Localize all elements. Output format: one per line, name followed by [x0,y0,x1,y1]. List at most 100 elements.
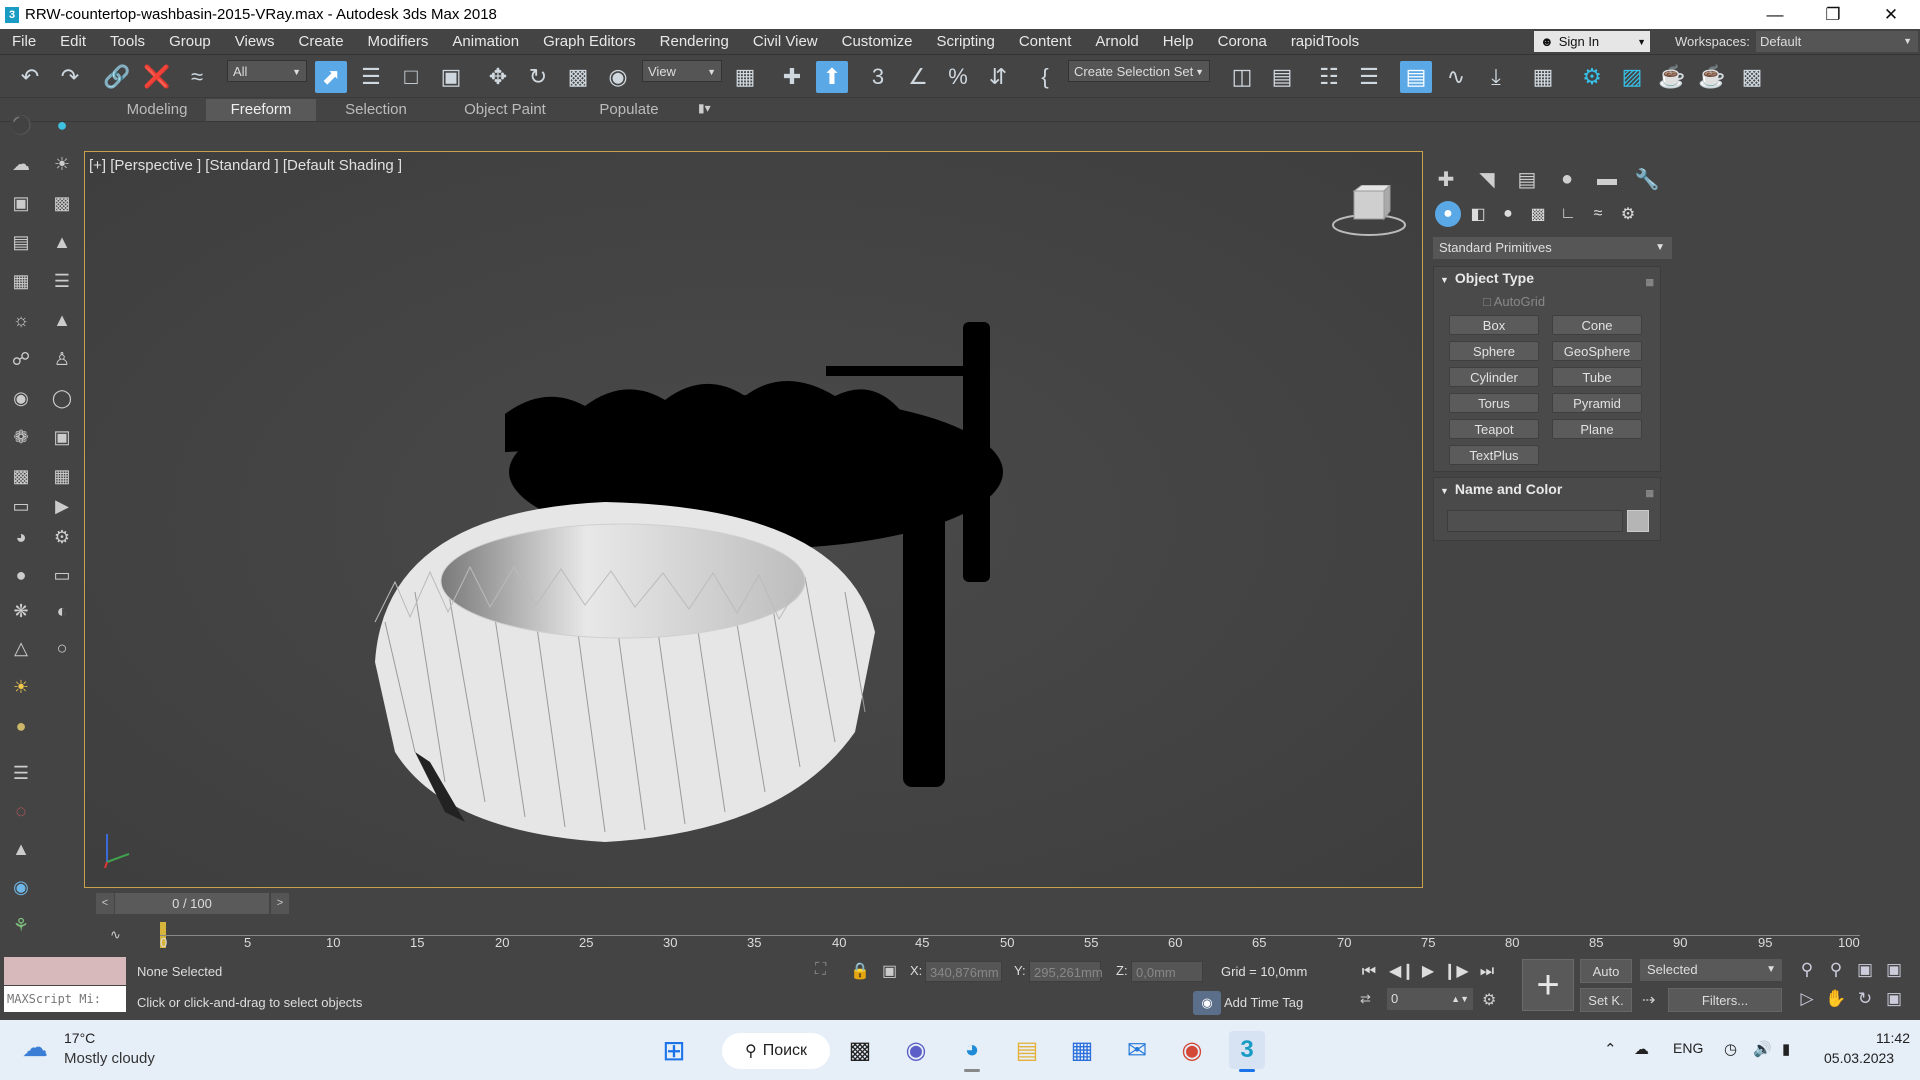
light-icon[interactable]: ☼ [8,307,34,333]
key-tangent-icon[interactable]: ⇢ [1642,990,1655,1010]
maxscript-listener[interactable]: MAXScript Mi: [4,957,126,1013]
tab-populate[interactable]: Populate [585,99,673,121]
restore-icon[interactable]: ❐ [1804,0,1862,29]
language-indicator[interactable]: ENG [1673,1040,1703,1056]
scene-states-icon[interactable]: ▲ [8,836,34,862]
viewcube-icon[interactable] [1330,185,1408,240]
pill-icon[interactable]: ◌ [8,798,34,824]
gears-icon[interactable]: ⚙ [49,524,75,550]
angle-snap-icon[interactable]: ∠ [902,61,934,93]
maxscript-input[interactable]: MAXScript Mi: [4,986,126,1012]
object-category-dropdown[interactable]: Standard Primitives ▼ [1433,237,1672,259]
z-coordinate-field[interactable]: 0,0mm [1131,961,1203,982]
select-manipulate-icon[interactable]: ✚ [776,61,808,93]
named-selection-set-dropdown[interactable]: Create Selection Set ▼ [1068,60,1210,82]
menu-tools[interactable]: Tools [98,29,157,55]
onedrive-icon[interactable]: ☁ [1634,1040,1649,1058]
scale-icon[interactable]: ▩ [562,61,594,93]
create-tab-icon[interactable]: ✚ [1430,164,1462,194]
cylinder-button[interactable]: Cylinder [1449,367,1539,387]
edit-named-selection-icon[interactable]: { [1029,61,1061,93]
isolate-selection-icon[interactable]: ⛶ [815,961,826,979]
textplus-button[interactable]: TextPlus [1449,445,1539,465]
particle-icon[interactable]: ❋ [8,598,34,624]
tree-icon[interactable]: ▲ [49,229,75,255]
menu-animation[interactable]: Animation [440,29,531,55]
move-icon[interactable]: ✥ [482,61,514,93]
modify-tab-icon[interactable]: ◥ [1471,164,1503,194]
menu-help[interactable]: Help [1151,29,1206,55]
selection-lock-icon[interactable]: 🔒 [850,961,870,981]
menu-edit[interactable]: Edit [48,29,98,55]
time-slider[interactable]: 0 / 100 [115,893,269,914]
camera-icon[interactable]: ▩ [49,190,75,216]
helper-icon[interactable]: ☁ [8,151,34,177]
scene-explorer-icon[interactable]: ☷ [1313,61,1345,93]
panel-icon[interactable]: ▣ [49,424,75,450]
show-hidden-icons-icon[interactable]: ⌃ [1604,1040,1617,1058]
next-frame-button[interactable]: > [271,893,289,914]
menu-file[interactable]: File [0,29,48,55]
reference-coord-dropdown[interactable]: View ▼ [642,60,722,82]
utilities-tab-icon[interactable]: 🔧 [1631,164,1663,194]
taskbar-search[interactable]: ⚲ Поиск [722,1033,830,1069]
mail-icon[interactable]: ✉ [1119,1031,1155,1069]
grid-icon[interactable]: ▦ [8,268,34,294]
window-crossing-icon[interactable]: ▣ [435,61,467,93]
camera-rig-icon[interactable]: ▩ [8,463,34,489]
volume-icon[interactable]: 🔊 [1753,1040,1772,1058]
auto-key-button[interactable]: Auto [1580,959,1632,983]
sphere-button[interactable]: Sphere [1449,341,1539,361]
undo-icon[interactable]: ↶ [14,61,46,93]
plane-icon[interactable]: ▭ [49,562,75,588]
image-icon[interactable]: ▣ [8,190,34,216]
orbit-icon[interactable]: ↻ [1853,987,1877,1011]
maximize-viewport-icon[interactable]: ▣ [1882,987,1906,1011]
weather-description[interactable]: Mostly cloudy [64,1050,155,1067]
pyramid-icon[interactable]: ▲ [49,307,75,333]
pivot-center-icon[interactable]: ▦ [729,61,761,93]
windows-start-icon[interactable]: ⊞ [656,1031,692,1069]
close-icon[interactable]: ✕ [1862,0,1920,29]
go-to-start-icon[interactable]: ⏮ [1357,960,1381,984]
menu-rapidtools[interactable]: rapidTools [1279,29,1371,55]
ring-icon[interactable]: ◯ [49,385,75,411]
mini-curve-editor-icon[interactable]: ∿ [110,927,121,943]
menu-create[interactable]: Create [287,29,356,55]
set-key-button[interactable]: Set K. [1580,988,1632,1012]
unlink-icon[interactable]: ❌ [141,61,173,93]
rotate-icon[interactable]: ↻ [522,61,554,93]
teapot-button[interactable]: Teapot [1449,419,1539,439]
zoom-all-icon[interactable]: ⚲ [1824,958,1848,982]
zoom-extents-icon[interactable]: ▣ [1853,958,1877,982]
set-key-big-icon[interactable]: + [1522,959,1574,1011]
display-tab-icon[interactable]: ▬ [1591,164,1623,194]
go-to-end-icon[interactable]: ⏭ [1475,960,1499,984]
align-icon[interactable]: ▤ [1266,61,1298,93]
video-icon[interactable]: ▶ [49,493,75,519]
field-of-view-icon[interactable]: ▷ [1795,987,1819,1011]
toggle-ribbon-icon[interactable]: ▤ [1400,61,1432,93]
schematic-view-icon[interactable]: ⤓ [1480,61,1512,93]
file-explorer-icon[interactable]: ▤ [1009,1031,1045,1069]
current-frame-field[interactable]: 0 ▲▼ [1387,988,1473,1010]
menu-graph-editors[interactable]: Graph Editors [531,29,648,55]
weather-temperature[interactable]: 17°C [64,1030,95,1046]
selection-filter-dropdown[interactable]: All ▼ [227,60,307,82]
workspace-dropdown[interactable]: Default ▼ [1756,31,1918,52]
eye-icon[interactable]: ◐ [49,598,75,624]
key-filter-dropdown[interactable]: Selected ▼ [1640,959,1782,981]
select-object-icon[interactable]: ⬈ [315,61,347,93]
perspective-viewport[interactable] [84,151,1423,888]
tab-object-paint[interactable]: Object Paint [450,99,560,121]
x-coordinate-field[interactable]: 340,876mm [925,961,1002,982]
percent-snap-icon[interactable]: % [942,61,974,93]
object-name-field[interactable] [1447,510,1623,532]
cameras-category-icon[interactable]: ▩ [1525,201,1551,227]
person-icon[interactable]: ♙ [49,346,75,372]
redo-icon[interactable]: ↷ [54,61,86,93]
y-coordinate-field[interactable]: 295,261mm [1029,961,1103,982]
tube-button[interactable]: Tube [1552,367,1642,387]
place-icon[interactable]: ◉ [602,61,634,93]
menu-content[interactable]: Content [1007,29,1084,55]
